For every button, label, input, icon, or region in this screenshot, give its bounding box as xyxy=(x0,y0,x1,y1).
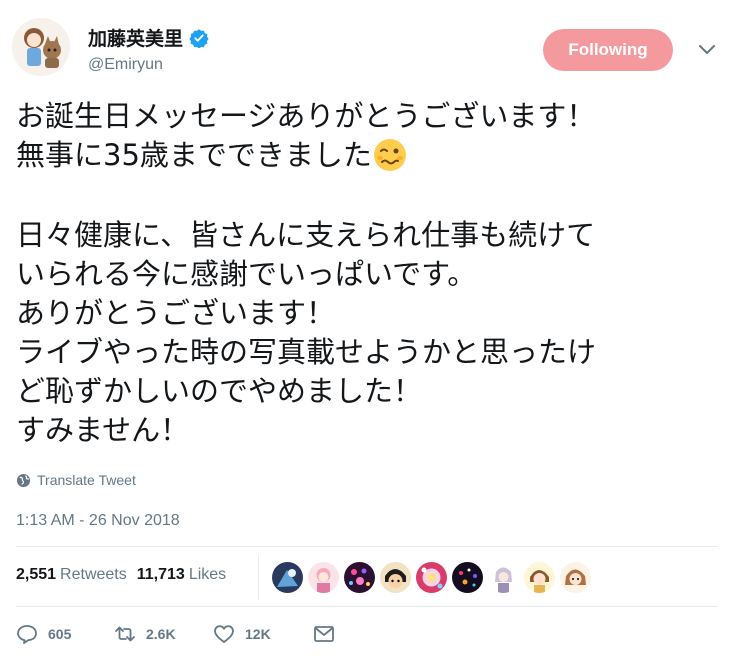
liker-avatar[interactable] xyxy=(488,562,519,593)
like-button[interactable]: 12K xyxy=(213,624,313,644)
tweet-line: いられる今に感謝でいっぱいです。 xyxy=(16,257,477,291)
retweet-button[interactable]: 2.6K xyxy=(114,624,213,644)
author-name-row[interactable]: 加藤英美里 xyxy=(88,24,209,51)
liker-avatar[interactable] xyxy=(272,562,303,593)
retweets-count: 2,551 xyxy=(16,566,57,583)
tweet-line: 日々健康に、皆さんに支えられ仕事も続けて xyxy=(16,218,596,252)
divider xyxy=(16,606,718,607)
reply-icon xyxy=(17,625,37,644)
liker-avatar[interactable] xyxy=(308,562,339,593)
tweet-stats: 2,551 Retweets 11,713 Likes xyxy=(16,566,226,584)
tweet-line: ありがとうございます！ xyxy=(16,296,336,330)
likes-stat[interactable]: 11,713 Likes xyxy=(137,566,226,584)
divider xyxy=(16,546,718,547)
liker-avatar[interactable] xyxy=(560,562,591,593)
liker-avatar[interactable] xyxy=(524,562,555,593)
tweet-line: お誕生日メッセージありがとうございます！ xyxy=(16,99,596,133)
translate-tweet-link[interactable]: Translate Tweet xyxy=(16,472,136,488)
chevron-down-icon[interactable] xyxy=(698,44,716,56)
globe-icon xyxy=(16,473,31,487)
retweet-icon xyxy=(115,626,135,642)
retweets-stat[interactable]: 2,551 Retweets xyxy=(16,566,127,584)
likes-count: 11,713 xyxy=(136,566,185,583)
tweet-line: ライブやった時の写真載せようかと思ったけ xyxy=(16,335,597,369)
tweet-text: お誕生日メッセージありがとうございます！ 無事に35歳までできました 日々健康に… xyxy=(16,97,726,450)
author-display-name[interactable]: 加藤英美里 xyxy=(88,24,183,51)
like-count: 12K xyxy=(245,626,271,642)
tweet-timestamp[interactable]: 1:13 AM - 26 Nov 2018 xyxy=(16,512,180,530)
liker-avatar[interactable] xyxy=(416,562,447,593)
following-button[interactable]: Following xyxy=(543,29,673,71)
tweet-line-text: 無事に35歳までできました xyxy=(16,138,372,172)
reply-count: 605 xyxy=(48,626,72,642)
retweets-label: Retweets xyxy=(60,566,127,583)
verified-badge-icon xyxy=(189,28,209,48)
likers-avatar-list xyxy=(272,562,591,593)
liker-avatar[interactable] xyxy=(344,562,375,593)
liker-avatar[interactable] xyxy=(452,562,483,593)
tweet-line: ど恥ずかしいのでやめました！ xyxy=(16,374,423,408)
tweet-actions: 605 2.6K 12K xyxy=(16,624,335,644)
author-handle[interactable]: @Emiryun xyxy=(88,56,163,74)
heart-icon xyxy=(214,625,234,643)
envelope-icon xyxy=(314,626,334,642)
vertical-divider xyxy=(258,555,259,600)
tweet-line: すみません！ xyxy=(16,413,190,447)
retweet-count: 2.6K xyxy=(146,626,176,642)
direct-message-button[interactable] xyxy=(313,624,335,644)
liker-avatar[interactable] xyxy=(380,562,411,593)
tweet-line: 無事に35歳までできました xyxy=(16,136,726,175)
woozy-face-icon xyxy=(373,139,406,171)
author-avatar[interactable] xyxy=(12,18,70,76)
reply-button[interactable]: 605 xyxy=(16,624,114,644)
likes-label: Likes xyxy=(188,566,227,583)
translate-label[interactable]: Translate Tweet xyxy=(37,472,136,488)
